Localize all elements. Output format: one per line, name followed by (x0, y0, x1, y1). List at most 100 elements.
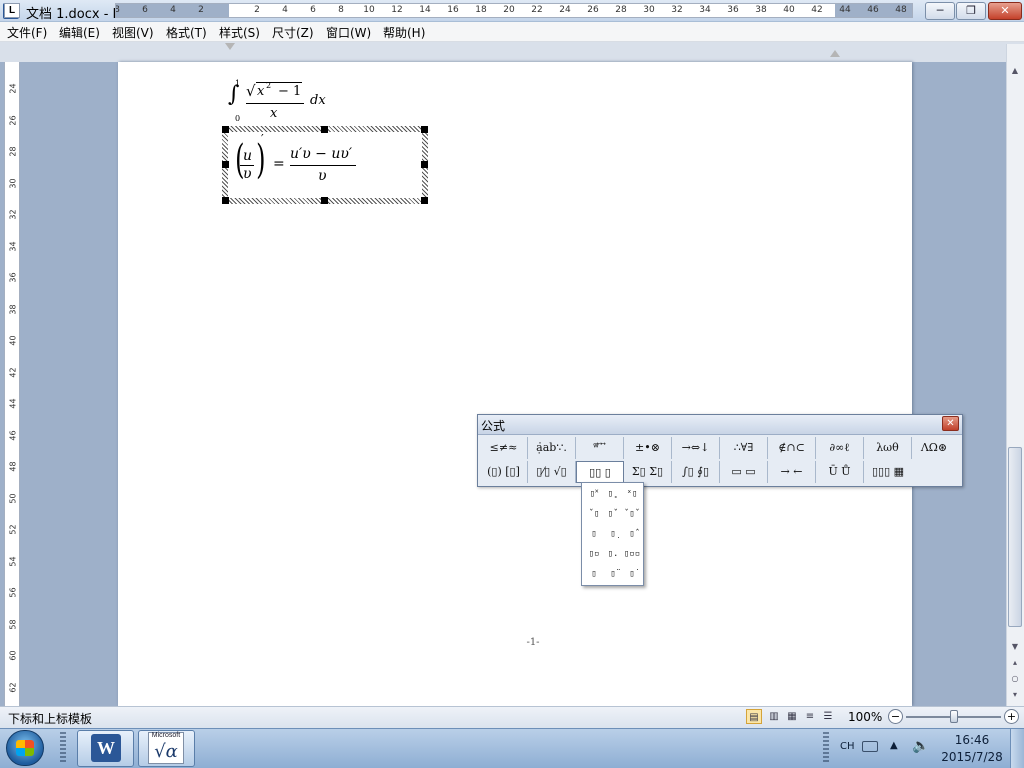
menu-size[interactable]: 尺寸(Z) (270, 24, 316, 41)
template-stacked-3[interactable]: ▯̇ (623, 565, 641, 583)
products-set-theory-templates-button[interactable]: Ū Ů (816, 461, 864, 483)
vertical-ruler-tick-label: 58 (8, 618, 18, 630)
selection-handle-w[interactable] (222, 161, 229, 168)
right-indent-marker[interactable] (830, 50, 840, 57)
menu-edit[interactable]: 编辑(E) (57, 24, 102, 41)
print-layout-view-icon[interactable]: ▤ (746, 709, 762, 724)
selection-handle-s[interactable] (321, 197, 328, 204)
template-superscript[interactable]: ▯˟ (585, 485, 603, 503)
subscript-superscript-templates-button[interactable]: ▯▯ ▯ (576, 461, 624, 483)
draft-view-icon[interactable]: ☰ (820, 709, 836, 724)
zoom-slider-thumb[interactable] (950, 710, 958, 723)
zoom-level[interactable]: 100% (848, 710, 882, 724)
template-subscript[interactable]: ▯˳ (604, 485, 622, 503)
selection-handle-se[interactable] (421, 197, 428, 204)
vertical-ruler[interactable]: 24 26 28 30 32 34 36 38 40 42 44 46 48 50 52 54 56 58 60 62 (4, 62, 20, 706)
radical-bar (256, 82, 302, 83)
scroll-down-icon[interactable]: ▼ (1008, 640, 1022, 654)
template-sub-superscript[interactable]: ˣ▯ (623, 485, 641, 503)
selection-handle-nw[interactable] (222, 126, 229, 133)
relational-symbols-button[interactable]: ≤≠≈ (480, 437, 528, 459)
menu-bar: 文件(F) 编辑(E) 视图(V) 格式(T) 样式(S) 尺寸(Z) 窗口(W… (0, 22, 1024, 42)
operator-symbols-button[interactable]: ±•⊗ (624, 437, 672, 459)
vertical-ruler-tick-label: 26 (8, 114, 18, 126)
ruler-tick-label: 16 (447, 5, 459, 15)
spaces-ellipses-button[interactable]: ạ̇ab∵. (528, 437, 576, 459)
next-page-icon[interactable]: ▾ (1008, 688, 1022, 702)
embellishments-button[interactable]: ʷ⃗ ⃗ ⃗ (576, 437, 624, 459)
tray-grip (823, 732, 829, 764)
selection-handle-n[interactable] (321, 126, 328, 133)
menu-window[interactable]: 窗口(W) (324, 24, 373, 41)
zoom-in-button[interactable]: + (1004, 709, 1019, 724)
scrollbar-thumb[interactable] (1008, 447, 1022, 627)
template-left-superscript[interactable]: ˇ▯ (585, 505, 603, 523)
labeled-arrow-templates-button[interactable]: → ← (768, 461, 816, 483)
close-button[interactable]: ✕ (988, 2, 1022, 20)
ruler-tick-label: 48 (895, 5, 907, 15)
previous-page-icon[interactable]: ▴ (1008, 656, 1022, 670)
selection-handle-sw[interactable] (222, 197, 229, 204)
menu-help[interactable]: 帮助(H) (381, 24, 427, 41)
misc-symbols-button[interactable]: ∂∞ℓ (816, 437, 864, 459)
summation-templates-button[interactable]: Σ▯ Σ▯ (624, 461, 672, 483)
integral-equation[interactable]: ∫ 1 0 √ x 2 − 1 x dx (228, 79, 338, 124)
full-screen-reading-icon[interactable]: ▥ (766, 709, 782, 724)
clock-time[interactable]: 16:46 (944, 733, 1000, 747)
fraction-denominator-v: υ (243, 166, 252, 182)
template-under[interactable]: ▯̣ (604, 525, 622, 543)
maximize-button[interactable]: ❐ (956, 2, 986, 20)
ruler-tick-label: 32 (671, 5, 683, 15)
template-right-box-both[interactable]: ▯▫▫ (623, 545, 641, 563)
zoom-out-button[interactable]: − (888, 709, 903, 724)
template-stacked-2[interactable]: ▯̈ (604, 565, 622, 583)
first-line-indent-marker[interactable] (225, 43, 235, 50)
horizontal-ruler[interactable]: 8642246810121416182022242628303234363840… (115, 3, 913, 18)
fence-templates-button[interactable]: (▯) [▯] (480, 461, 528, 483)
arrow-symbols-button[interactable]: →⇔↓ (672, 437, 720, 459)
scroll-up-icon[interactable]: ▲ (1008, 64, 1022, 78)
web-layout-icon[interactable]: ▦ (784, 709, 800, 724)
template-left-subscript[interactable]: ▯ˇ (604, 505, 622, 523)
selection-handle-ne[interactable] (421, 126, 428, 133)
menu-format[interactable]: 格式(T) (164, 24, 209, 41)
integral-templates-button[interactable]: ∫▯ ∮▯ (672, 461, 720, 483)
equation-editor-glyph: √α (154, 741, 178, 762)
input-language-indicator[interactable]: CH (840, 741, 855, 752)
show-hidden-icons-icon[interactable]: ▲ (890, 740, 898, 751)
greek-uppercase-button[interactable]: ΛΩ⊛ (912, 437, 956, 459)
tab-selector[interactable]: L (4, 3, 20, 18)
equation-toolbar-titlebar[interactable] (478, 415, 962, 435)
template-left-sub-superscript[interactable]: ˇ▯ˇ (623, 505, 641, 523)
template-right-box-super[interactable]: ▯▫ (585, 545, 603, 563)
browse-object-icon[interactable]: ○ (1008, 672, 1022, 686)
vertical-ruler-tick-label: 48 (8, 461, 18, 472)
minimize-button[interactable]: ─ (925, 2, 955, 20)
ruler-tick-label: 2 (198, 5, 204, 15)
ruler-tick-label: 46 (867, 5, 879, 15)
matrix-templates-button[interactable]: ▯▯▯ ▦ (864, 461, 912, 483)
menu-file[interactable]: 文件(F) (5, 24, 49, 41)
underbar-overbar-templates-button[interactable]: ▭ ▭ (720, 461, 768, 483)
outline-view-icon[interactable]: ≡ (802, 709, 818, 724)
equation-toolbar-close-button[interactable]: ✕ (942, 416, 959, 431)
menu-style[interactable]: 样式(S) (217, 24, 262, 41)
keyboard-icon[interactable] (862, 741, 878, 752)
symbol-palette-row: ≤≠≈ ạ̇ab∵. ʷ⃗ ⃗ ⃗ ±•⊗ →⇔↓ ∴∀∃ ∉∩⊂ ∂∞ℓ λω… (480, 437, 956, 459)
show-desktop-button[interactable] (1010, 729, 1024, 768)
template-stacked-1[interactable]: ▯ (585, 565, 603, 583)
greek-lowercase-button[interactable]: λωθ (864, 437, 912, 459)
template-over[interactable]: ▯ (585, 525, 603, 543)
fraction-radical-templates-button[interactable]: ▯⁄▯ √▯ (528, 461, 576, 483)
selection-handle-e[interactable] (421, 161, 428, 168)
template-over-under[interactable]: ▯̂ (623, 525, 641, 543)
menu-view[interactable]: 视图(V) (110, 24, 156, 41)
derivative-equation[interactable]: ( u υ ) ′ = u′υ − uυ′ υ (228, 132, 422, 198)
set-theory-button[interactable]: ∉∩⊂ (768, 437, 816, 459)
volume-icon[interactable]: 🔈 (912, 738, 929, 754)
template-right-box-sub[interactable]: ▯. (604, 545, 622, 563)
minus-one: − 1 (278, 84, 302, 99)
clock-date[interactable]: 2015/7/28 (938, 750, 1006, 764)
logical-symbols-button[interactable]: ∴∀∃ (720, 437, 768, 459)
ruler-tick-label: 34 (699, 5, 711, 15)
